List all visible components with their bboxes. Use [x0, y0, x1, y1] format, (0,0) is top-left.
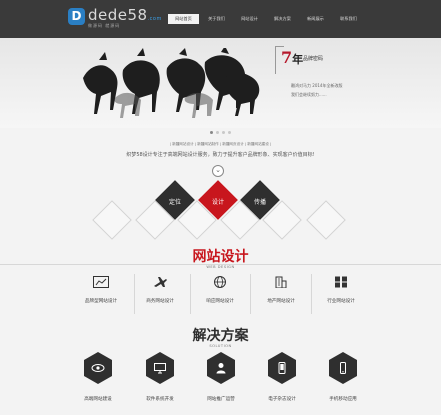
nav-contact[interactable]: 联系我们 [333, 14, 364, 24]
diamond-blank [306, 200, 346, 240]
diamond-spread-label: 传播 [253, 199, 266, 206]
service-responsive-site[interactable]: 响应网站设计 [191, 272, 249, 310]
user-icon [216, 363, 226, 374]
section-divider [0, 264, 441, 265]
solution-seo-ops[interactable]: 网站推广运营 [196, 352, 246, 412]
solution-title: 解决方案 [192, 328, 249, 344]
building-icon [275, 276, 287, 288]
tagline-brand: 品牌密码 [303, 56, 324, 62]
slider-dot-4[interactable] [228, 131, 231, 134]
eye-icon [91, 364, 105, 372]
solution-label: 高端网站建设 [84, 397, 112, 402]
chart-icon [93, 276, 109, 288]
nav-solutions[interactable]: 解决方案 [267, 14, 298, 24]
service-industry-site[interactable]: 行业网站设计 [312, 272, 370, 310]
tagline-line-2: 我们会继续努力...... [291, 92, 327, 97]
tagline-line-1: 雕鸿对马力 2014年全新改版 [291, 83, 343, 88]
chevron-down-icon[interactable]: ⌄ [212, 165, 224, 177]
logo-slogan: 做源码 就源码 [88, 23, 121, 28]
main-nav: 网站首页 关于我们 网站设计 解决方案 新闻展示 联系我们 [168, 14, 364, 24]
diamond-blank [92, 200, 132, 240]
service-brand-site[interactable]: 品牌型网站设计 [72, 272, 130, 310]
logo-name-text: dede58 [88, 6, 148, 24]
intro-text: 织梦58设计专注于高端网站设计服务，致力于提升客户品牌形象、实现客户价值目标! [126, 152, 315, 158]
solution-label: 软件系统开发 [146, 397, 174, 402]
keyword-links[interactable]: | 新疆网站设计 | 新疆网站制作 | 新疆网页设计 | 新疆网站建设 | [0, 142, 441, 147]
slider-dots [210, 131, 231, 134]
site-logo[interactable]: D dede58.com 做源码 就源码 [68, 6, 161, 32]
solution-software-dev[interactable]: 软件系统开发 [135, 352, 185, 412]
plane-icon [154, 277, 167, 287]
solution-high-end-site[interactable]: 高端网站建设 [73, 352, 123, 412]
solution-label: 手机移动应用 [329, 397, 357, 402]
slider-dot-1[interactable] [210, 131, 213, 134]
years-number: 7 [281, 48, 293, 67]
service-label: 品牌型网站设计 [84, 299, 118, 304]
phone-icon [340, 362, 346, 374]
nav-about[interactable]: 关于我们 [201, 14, 232, 24]
grid-icon [335, 276, 347, 288]
monitor-icon [154, 363, 166, 374]
slider-dot-2[interactable] [216, 131, 219, 134]
solution-mobile-app[interactable]: 手机移动应用 [318, 352, 368, 412]
nav-web-design[interactable]: 网站设计 [234, 14, 265, 24]
diamond-position-label: 定位 [168, 199, 181, 206]
diamond-design-label: 设计 [211, 199, 224, 206]
tablet-icon [278, 362, 286, 374]
web-design-subtitle: WEB DESIGN [206, 265, 235, 269]
solution-label: 网站推广运营 [207, 397, 235, 402]
logo-domain: .com [147, 16, 162, 22]
banner-tagline: 7年 品牌密码 雕鸿对马力 2014年全新改版 我们会继续努力...... [267, 42, 357, 112]
nav-home[interactable]: 网站首页 [168, 14, 199, 24]
service-label: 商务网站设计 [146, 299, 174, 304]
horses-ink-painting [83, 48, 260, 118]
service-business-site[interactable]: 商务网站设计 [131, 272, 189, 310]
web-design-title: 网站设计 [192, 249, 249, 265]
diamond-grid: 定位 设计 传播 [0, 178, 441, 248]
slider-dot-3[interactable] [222, 131, 225, 134]
solution-emagazine[interactable]: 电子杂志设计 [257, 352, 307, 412]
solution-label: 电子杂志设计 [268, 397, 296, 402]
tagline-years: 7年 [281, 48, 303, 67]
globe-icon [214, 276, 226, 288]
service-label: 响应网站设计 [206, 299, 234, 304]
nav-news[interactable]: 新闻展示 [300, 14, 331, 24]
service-separator [250, 274, 251, 314]
solution-subtitle: SOLUTION [209, 344, 232, 348]
years-unit: 年 [292, 53, 304, 66]
logo-d-icon: D [68, 8, 85, 25]
service-realestate-site[interactable]: 地产网站设计 [252, 272, 310, 310]
service-label: 地产网站设计 [267, 299, 295, 304]
hero-banner[interactable]: 7年 品牌密码 雕鸿对马力 2014年全新改版 我们会继续努力...... [0, 38, 441, 128]
site-header: D dede58.com 做源码 就源码 网站首页 关于我们 网站设计 解决方案… [0, 0, 441, 38]
logo-name: dede58.com [88, 6, 162, 24]
service-label: 行业网站设计 [327, 299, 355, 304]
